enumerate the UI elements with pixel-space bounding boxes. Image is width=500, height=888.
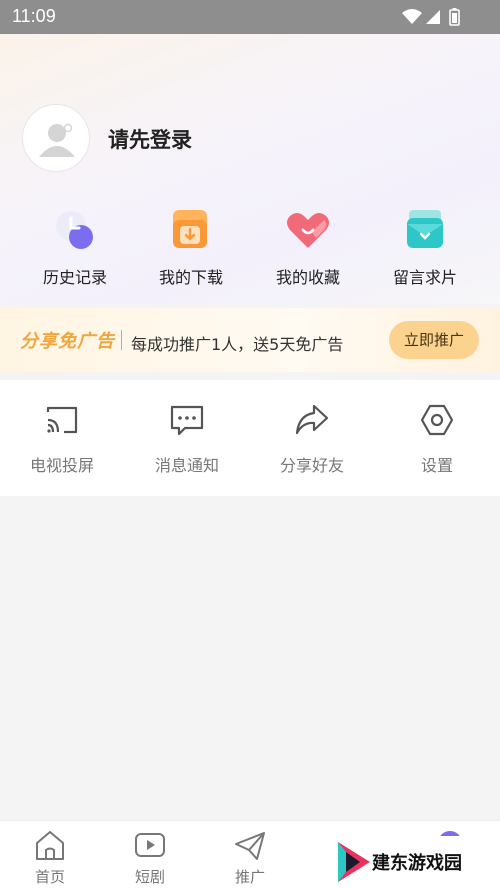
history-icon bbox=[56, 211, 93, 249]
nav-promote-label: 推广 bbox=[234, 868, 265, 886]
cast-label: 电视投屏 bbox=[29, 456, 94, 475]
notifications-button[interactable]: 消息通知 bbox=[132, 402, 242, 476]
share-icon bbox=[295, 404, 329, 435]
nav-promote[interactable]: 推广 bbox=[215, 829, 285, 887]
nav-short-drama-label: 短剧 bbox=[134, 868, 165, 886]
watermark-text: 建东游戏园 bbox=[372, 853, 462, 874]
nav-home[interactable]: 首页 bbox=[15, 829, 85, 887]
settings-button[interactable]: 设置 bbox=[382, 402, 492, 476]
cast-icon bbox=[46, 406, 78, 434]
notifications-label: 消息通知 bbox=[154, 456, 219, 475]
watermark-logo-icon bbox=[338, 842, 370, 882]
send-icon bbox=[235, 832, 265, 860]
settings-icon bbox=[420, 404, 454, 436]
promote-now-button[interactable]: 立即推广 bbox=[389, 321, 479, 359]
nav-home-label: 首页 bbox=[34, 868, 65, 886]
settings-label: 设置 bbox=[420, 456, 453, 475]
signal-icon bbox=[426, 10, 440, 24]
message-request-label: 留言求片 bbox=[392, 268, 457, 287]
play-icon bbox=[135, 833, 165, 857]
nav-short-drama[interactable]: 短剧 bbox=[115, 829, 185, 887]
status-time: 11:09 bbox=[12, 6, 56, 26]
ad-banner-divider bbox=[121, 330, 122, 350]
message-icon bbox=[170, 405, 204, 436]
home-icon bbox=[36, 831, 64, 860]
status-bar: 11:09 bbox=[0, 0, 500, 34]
cast-button[interactable]: 电视投屏 bbox=[7, 402, 117, 476]
wifi-icon bbox=[402, 9, 422, 24]
favorite-label: 我的收藏 bbox=[275, 268, 340, 287]
status-icons bbox=[402, 8, 460, 26]
default-avatar-icon bbox=[39, 123, 75, 157]
download-button[interactable]: 我的下载 bbox=[136, 206, 246, 288]
avatar[interactable] bbox=[22, 104, 90, 172]
login-prompt[interactable]: 请先登录 bbox=[108, 124, 192, 154]
favorite-button[interactable]: 我的收藏 bbox=[253, 206, 363, 288]
message-request-icon bbox=[407, 210, 443, 248]
favorite-icon bbox=[287, 213, 329, 248]
download-label: 我的下载 bbox=[158, 268, 223, 287]
ad-banner-description: 每成功推广1人，送5天免广告 bbox=[131, 335, 344, 354]
message-request-button[interactable]: 留言求片 bbox=[370, 206, 480, 288]
history-button[interactable]: 历史记录 bbox=[20, 206, 130, 288]
tools-panel: 电视投屏 消息通知 分享好友 设置 bbox=[0, 380, 500, 496]
history-label: 历史记录 bbox=[42, 268, 107, 287]
ad-banner-title: 分享免广告 bbox=[20, 331, 115, 352]
download-icon bbox=[173, 210, 207, 248]
watermark: 建东游戏园 bbox=[330, 836, 500, 888]
share-friends-button[interactable]: 分享好友 bbox=[257, 402, 367, 476]
share-friends-label: 分享好友 bbox=[279, 456, 344, 475]
